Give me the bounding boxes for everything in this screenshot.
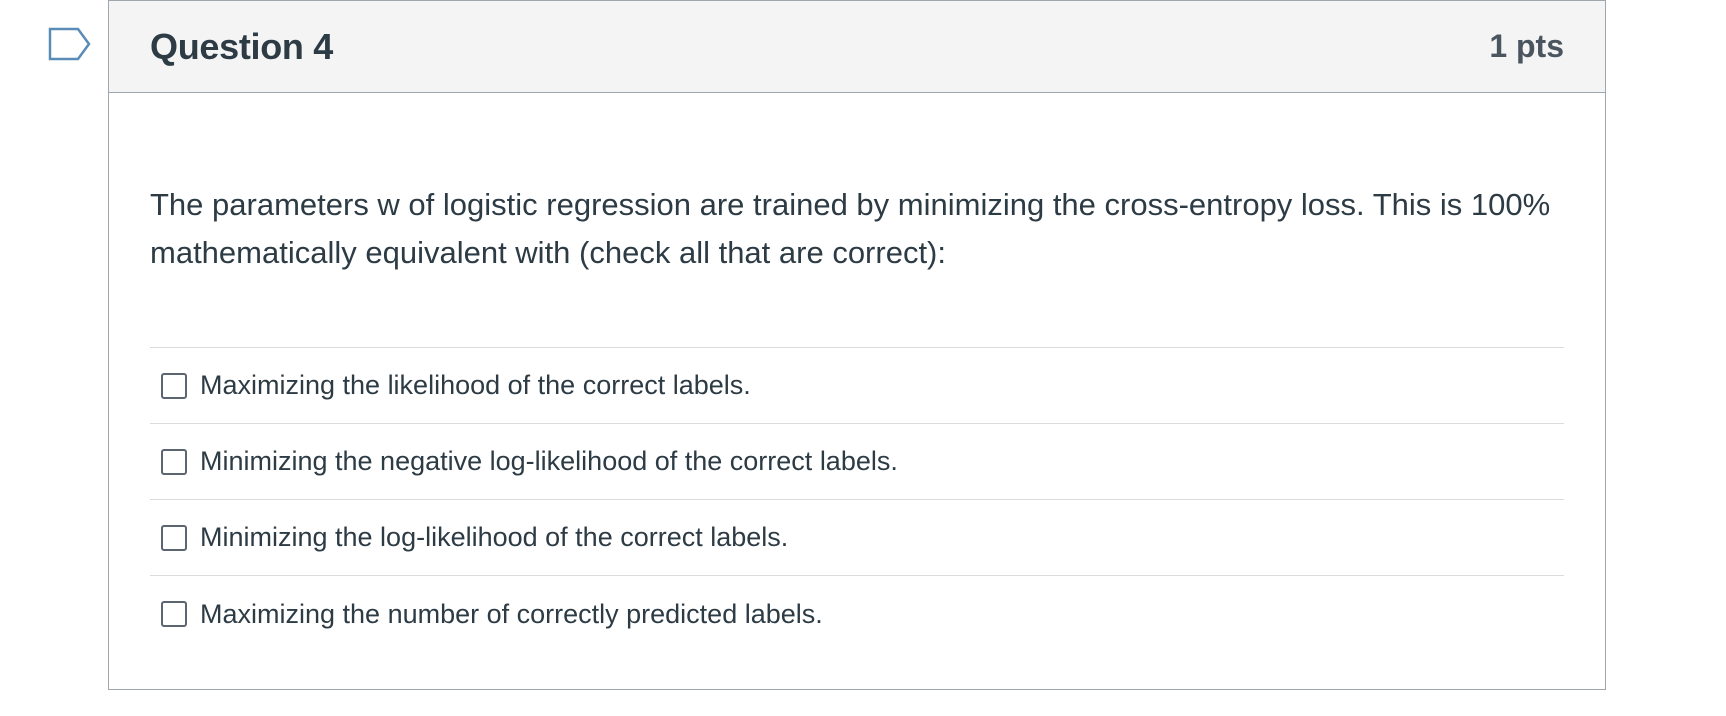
answer-option[interactable]: Maximizing the number of correctly predi… bbox=[150, 576, 1564, 652]
question-title: Question 4 bbox=[150, 25, 334, 67]
answer-label: Maximizing the number of correctly predi… bbox=[200, 598, 823, 629]
answer-option[interactable]: Minimizing the negative log-likelihood o… bbox=[150, 424, 1564, 500]
question-header: Question 4 1 pts bbox=[109, 1, 1605, 93]
question-points: 1 pts bbox=[1489, 28, 1564, 64]
answer-label: Maximizing the likelihood of the correct… bbox=[200, 370, 751, 400]
question-body: The parameters w of logistic regression … bbox=[109, 181, 1605, 652]
answer-label: Minimizing the log-likelihood of the cor… bbox=[200, 522, 789, 552]
answer-list: Maximizing the likelihood of the correct… bbox=[150, 347, 1564, 652]
answer-option[interactable]: Maximizing the likelihood of the correct… bbox=[150, 348, 1564, 424]
answer-checkbox[interactable] bbox=[161, 524, 187, 551]
question-card: Question 4 1 pts The parameters w of log… bbox=[108, 0, 1606, 690]
answer-option[interactable]: Minimizing the log-likelihood of the cor… bbox=[150, 500, 1564, 576]
answer-label: Minimizing the negative log-likelihood o… bbox=[200, 446, 898, 476]
answer-checkbox[interactable] bbox=[161, 372, 187, 399]
answer-checkbox[interactable] bbox=[161, 448, 187, 475]
question-text: The parameters w of logistic regression … bbox=[150, 187, 1551, 270]
answer-checkbox[interactable] bbox=[161, 601, 187, 627]
bookmark-flag-icon[interactable] bbox=[48, 27, 92, 61]
quiz-page: Question 4 1 pts The parameters w of log… bbox=[0, 0, 1726, 716]
